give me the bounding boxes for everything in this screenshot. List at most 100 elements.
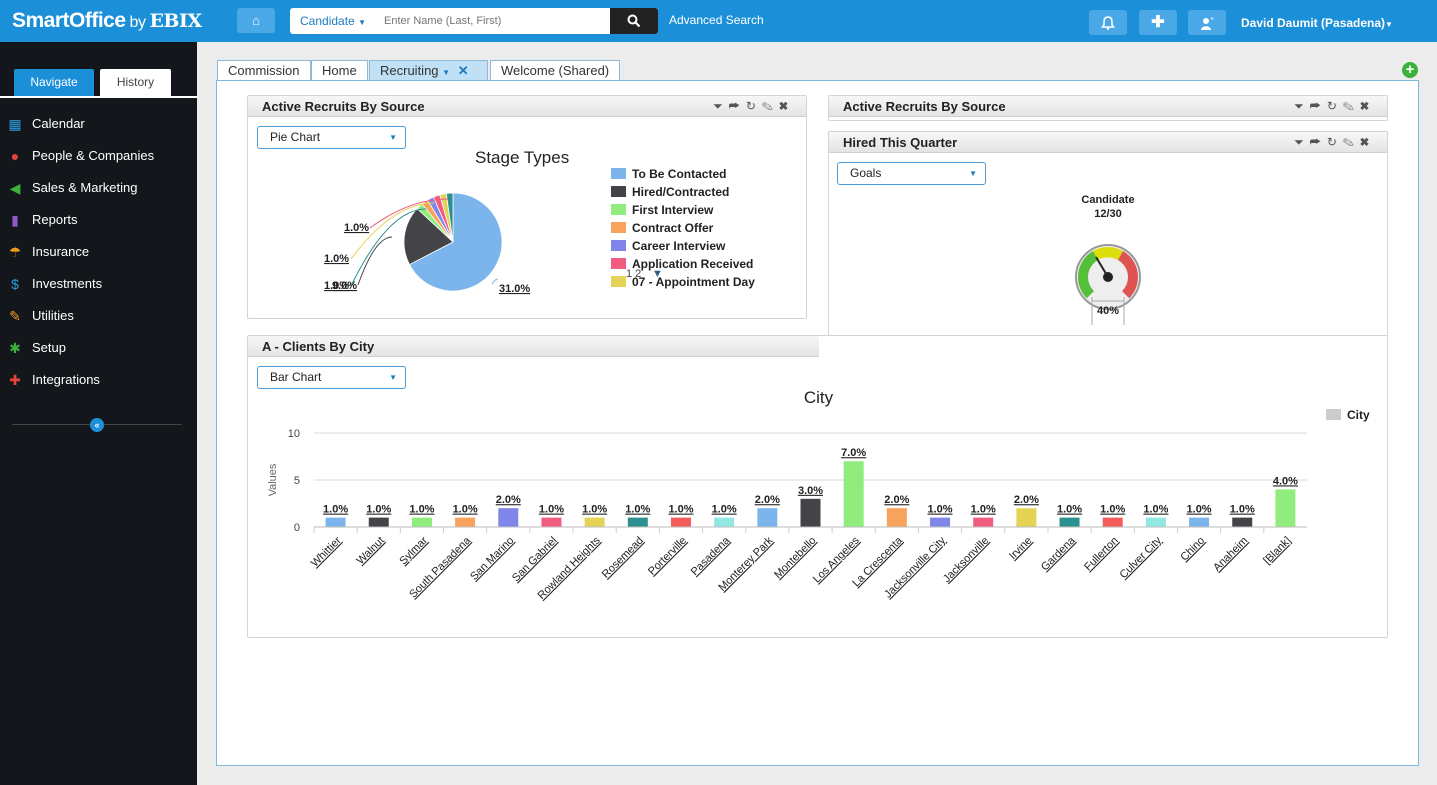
notifications-button[interactable] bbox=[1089, 10, 1127, 35]
sidebar-item-calendar[interactable]: ▦ Calendar bbox=[0, 109, 197, 139]
chart-type-value: Pie Chart bbox=[270, 130, 321, 144]
clients-by-city-panel: A - Clients By City Bar Chart ▼ City City… bbox=[247, 335, 1388, 638]
x-tick-label[interactable]: Rosemead bbox=[600, 535, 646, 581]
share-icon[interactable]: ➦ bbox=[1310, 99, 1327, 113]
x-tick-label[interactable]: Montebello bbox=[772, 535, 819, 582]
chart-type-select[interactable]: Bar Chart ▼ bbox=[257, 366, 406, 389]
close-icon[interactable]: ✖ bbox=[779, 99, 794, 113]
x-tick-label[interactable]: Culver City bbox=[1117, 534, 1164, 581]
close-tab-icon[interactable]: ✕ bbox=[458, 63, 469, 78]
bar[interactable] bbox=[670, 517, 691, 527]
sidebar-item-sales-marketing[interactable]: ◀ Sales & Marketing bbox=[0, 173, 197, 203]
caret-down-icon[interactable]: ▼ bbox=[442, 68, 450, 77]
refresh-icon[interactable]: ↻ bbox=[1327, 135, 1343, 149]
bar[interactable] bbox=[627, 517, 648, 527]
x-tick-label[interactable]: Whittier bbox=[309, 534, 344, 569]
bar[interactable] bbox=[325, 517, 346, 527]
x-tick-label[interactable]: Pasadena bbox=[689, 534, 733, 578]
search-button[interactable] bbox=[610, 8, 658, 34]
refresh-icon[interactable]: ↻ bbox=[1327, 99, 1343, 113]
caret-down-icon: ▼ bbox=[389, 373, 397, 382]
tab-history[interactable]: History bbox=[100, 69, 171, 96]
add-contact-button[interactable]: + bbox=[1188, 10, 1226, 35]
x-tick-label[interactable]: Irvine bbox=[1007, 535, 1035, 563]
bar[interactable] bbox=[411, 517, 432, 527]
bar-data-label: 1.0% bbox=[712, 504, 737, 516]
y-tick-label: 10 bbox=[288, 428, 300, 440]
bar[interactable] bbox=[1275, 489, 1296, 527]
close-icon[interactable]: ✖ bbox=[1360, 99, 1375, 113]
x-tick-label[interactable]: Sylmar bbox=[397, 534, 430, 567]
bar[interactable] bbox=[800, 498, 821, 527]
x-tick-label[interactable]: Chino bbox=[1178, 535, 1207, 564]
bar[interactable] bbox=[1189, 517, 1210, 527]
add-button[interactable]: ✚ bbox=[1139, 10, 1177, 35]
sidebar-item-utilities[interactable]: ✎ Utilities bbox=[0, 301, 197, 331]
bar[interactable] bbox=[930, 517, 951, 527]
bar[interactable] bbox=[584, 517, 605, 527]
x-tick-label[interactable]: Walnut bbox=[354, 535, 386, 567]
x-tick-label[interactable]: [Blank] bbox=[1261, 535, 1293, 567]
sidebar-item-reports[interactable]: ▮ Reports bbox=[0, 205, 197, 235]
x-tick-label[interactable]: Anaheim bbox=[1211, 535, 1250, 574]
bar[interactable] bbox=[757, 508, 778, 527]
bar[interactable] bbox=[973, 517, 994, 527]
bar[interactable] bbox=[498, 508, 519, 527]
wrench-icon: ✎ bbox=[9, 308, 21, 324]
filter-icon[interactable]: ⏷ bbox=[713, 99, 729, 113]
refresh-icon[interactable]: ↻ bbox=[746, 99, 762, 113]
brand-name: SmartOffice bbox=[12, 9, 126, 32]
panel-header: Active Recruits By Source ⏷➦↻✎✖ bbox=[248, 96, 806, 117]
bar[interactable] bbox=[886, 508, 907, 527]
x-tick-label[interactable]: Gardena bbox=[1039, 534, 1078, 573]
chart-type-select[interactable]: Pie Chart ▼ bbox=[257, 126, 406, 149]
tab-home[interactable]: Home bbox=[311, 60, 368, 81]
sidebar-item-setup[interactable]: ✱ Setup bbox=[0, 333, 197, 363]
search-category-select[interactable]: Candidate ▼ bbox=[290, 8, 378, 34]
caret-down-icon: ▼ bbox=[389, 133, 397, 142]
home-button[interactable]: ⌂ bbox=[237, 8, 275, 33]
user-menu[interactable]: David Daumit (Pasadena)▼ bbox=[1241, 16, 1393, 30]
close-icon[interactable]: ✖ bbox=[1360, 135, 1375, 149]
search-input[interactable] bbox=[378, 8, 610, 34]
tab-navigate[interactable]: Navigate bbox=[14, 69, 94, 96]
legend-swatch bbox=[611, 222, 626, 233]
tab-recruiting[interactable]: Recruiting ▼ ✕ bbox=[369, 60, 488, 81]
share-icon[interactable]: ➦ bbox=[1310, 135, 1327, 149]
filter-icon[interactable]: ⏷ bbox=[1294, 99, 1310, 113]
bar[interactable] bbox=[541, 517, 562, 527]
x-tick-label[interactable]: Jacksonville bbox=[941, 535, 991, 585]
tab-welcome-shared[interactable]: Welcome (Shared) bbox=[490, 60, 621, 81]
sidebar-item-people-companies[interactable]: ● People & Companies bbox=[0, 141, 197, 171]
bar-data-label: 1.0% bbox=[668, 504, 693, 516]
goals-select[interactable]: Goals ▼ bbox=[837, 162, 986, 185]
edit-icon[interactable]: ✎ bbox=[1343, 99, 1360, 113]
bar[interactable] bbox=[843, 461, 864, 527]
add-tab-button[interactable]: + bbox=[1402, 62, 1418, 78]
bar[interactable] bbox=[714, 517, 735, 527]
bar[interactable] bbox=[455, 517, 476, 527]
edit-icon[interactable]: ✎ bbox=[762, 99, 779, 113]
x-tick-label[interactable]: Porterville bbox=[646, 535, 689, 578]
bar[interactable] bbox=[1145, 517, 1166, 527]
gauge-value: 12/30 bbox=[1094, 208, 1122, 220]
edit-icon[interactable]: ✎ bbox=[1343, 135, 1360, 149]
bar[interactable] bbox=[1016, 508, 1037, 527]
x-tick-label[interactable]: Fullerton bbox=[1082, 535, 1121, 574]
bar[interactable] bbox=[1059, 517, 1080, 527]
bar[interactable] bbox=[1232, 517, 1253, 527]
tab-commission[interactable]: Commission bbox=[217, 60, 311, 81]
sidebar-item-investments[interactable]: $ Investments bbox=[0, 269, 197, 299]
legend-page-down-icon[interactable]: ▼ bbox=[652, 268, 663, 280]
filter-icon[interactable]: ⏷ bbox=[1294, 135, 1310, 149]
share-icon[interactable]: ➦ bbox=[729, 99, 746, 113]
sidebar-item-integrations[interactable]: ✚ Integrations bbox=[0, 365, 197, 395]
collapse-sidebar-button[interactable]: « bbox=[90, 418, 104, 432]
advanced-search-link[interactable]: Advanced Search bbox=[669, 13, 764, 27]
brand-logo[interactable]: SmartOffice by EBIX bbox=[12, 9, 202, 33]
sidebar-item-insurance[interactable]: ☂ Insurance bbox=[0, 237, 197, 267]
bar[interactable] bbox=[368, 517, 389, 527]
bar-data-label: 1.0% bbox=[539, 504, 564, 516]
sidebar-item-label: Sales & Marketing bbox=[32, 180, 138, 195]
bar[interactable] bbox=[1102, 517, 1123, 527]
